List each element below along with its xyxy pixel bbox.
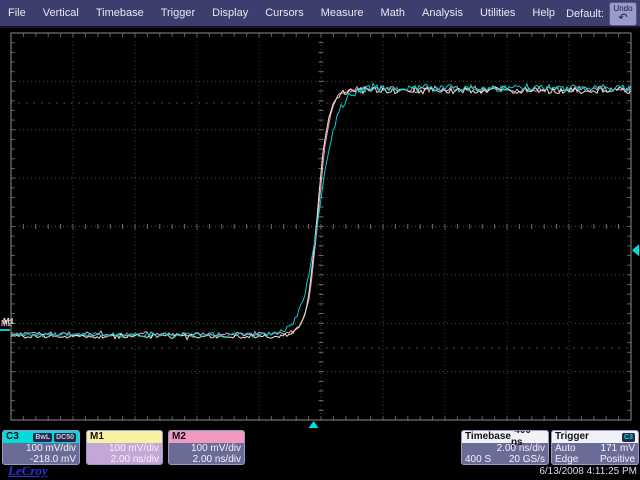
timebase-label: Timebase bbox=[465, 431, 511, 443]
timebase-descriptor[interactable]: Timebase -400 ps 2.00 ns/div 400 S 20 GS… bbox=[461, 430, 549, 465]
m2-label: M2 bbox=[172, 431, 186, 443]
menu-item-analysis[interactable]: Analysis bbox=[422, 7, 463, 19]
m2-time-per-div: 2.00 ns/div bbox=[172, 454, 241, 465]
trigger-mode: Auto bbox=[555, 443, 576, 454]
c3-badges: BwL DC50 bbox=[33, 433, 76, 442]
trigger-level-marker[interactable] bbox=[632, 244, 639, 256]
timebase-per-div: 2.00 ns/div bbox=[465, 443, 545, 454]
waveform-plot: M2M1 bbox=[0, 28, 640, 430]
m1-volts-per-div: 100 mV/div bbox=[90, 443, 159, 454]
bandwidth-limit-badge: BwL bbox=[33, 433, 52, 442]
menu-bar: File Vertical Timebase Trigger Display Cursor… bbox=[0, 0, 640, 28]
datetime-display: 6/13/2008 4:11:25 PM bbox=[539, 466, 637, 477]
m1-time-per-div: 2.00 ns/div bbox=[90, 454, 159, 465]
undo-icon: ↶ bbox=[618, 13, 627, 23]
undo-button[interactable]: Undo ↶ bbox=[609, 2, 637, 26]
m2-header: M2 bbox=[169, 431, 244, 443]
default-label: Default: bbox=[566, 8, 604, 20]
menu-item-file[interactable]: File bbox=[8, 7, 26, 19]
menu-item-timebase[interactable]: Timebase bbox=[96, 7, 144, 19]
timebase-rate: 20 GS/s bbox=[509, 454, 545, 465]
menu-items: File Vertical Timebase Trigger Display Cursor… bbox=[8, 0, 555, 26]
c3-header: C3 BwL DC50 bbox=[3, 431, 79, 443]
menu-item-vertical[interactable]: Vertical bbox=[43, 7, 79, 19]
menu-item-display[interactable]: Display bbox=[212, 7, 248, 19]
memory-descriptor-m2[interactable]: M2 100 mV/div 2.00 ns/div bbox=[168, 430, 245, 465]
menu-item-trigger[interactable]: Trigger bbox=[161, 7, 195, 19]
oscilloscope-window: File Vertical Timebase Trigger Display Cursor… bbox=[0, 0, 640, 480]
menu-item-utilities[interactable]: Utilities bbox=[480, 7, 515, 19]
c3-label: C3 bbox=[6, 431, 19, 443]
trigger-position-marker[interactable] bbox=[309, 421, 319, 428]
m2-body: 100 mV/div 2.00 ns/div bbox=[169, 443, 244, 464]
trigger-body: Auto 171 mV Edge Positive bbox=[552, 443, 638, 464]
m1-body: 100 mV/div 2.00 ns/div bbox=[87, 443, 162, 464]
m2-volts-per-div: 100 mV/div bbox=[172, 443, 241, 454]
menu-item-math[interactable]: Math bbox=[381, 7, 405, 19]
trace-label-m1: M1 bbox=[3, 317, 15, 326]
menu-item-measure[interactable]: Measure bbox=[321, 7, 364, 19]
memory-descriptor-m1[interactable]: M1 100 mV/div 2.00 ns/div bbox=[86, 430, 163, 465]
timebase-body: 2.00 ns/div 400 S 20 GS/s bbox=[462, 443, 548, 464]
descriptor-row: C3 BwL DC50 100 mV/div -218.0 mV M1 100 … bbox=[0, 430, 640, 466]
timebase-samples: 400 S bbox=[465, 454, 491, 465]
trigger-descriptor[interactable]: Trigger C3 Auto 171 mV Edge Positive bbox=[551, 430, 639, 465]
lecroy-logo: LeCroy bbox=[8, 463, 48, 479]
trigger-source-badge: C3 bbox=[622, 433, 635, 442]
trigger-slope: Positive bbox=[600, 454, 635, 465]
trigger-level: 171 mV bbox=[601, 443, 635, 454]
timebase-header: Timebase -400 ps bbox=[462, 431, 548, 443]
coupling-badge: DC50 bbox=[54, 433, 76, 442]
channel-descriptor-c3[interactable]: C3 BwL DC50 100 mV/div -218.0 mV bbox=[2, 430, 80, 465]
menu-right-group: Default: Undo ↶ bbox=[566, 1, 637, 27]
trigger-type: Edge bbox=[555, 454, 578, 465]
menu-item-help[interactable]: Help bbox=[532, 7, 555, 19]
c3-volts-per-div: 100 mV/div bbox=[6, 443, 76, 454]
m1-label: M1 bbox=[90, 431, 104, 443]
trigger-header: Trigger C3 bbox=[552, 431, 638, 443]
waveform-screen: M2M1 bbox=[0, 28, 640, 430]
c3-body: 100 mV/div -218.0 mV bbox=[3, 443, 79, 464]
trace-m2 bbox=[11, 86, 631, 336]
trigger-label: Trigger bbox=[555, 431, 589, 443]
m1-header: M1 bbox=[87, 431, 162, 443]
menu-item-cursors[interactable]: Cursors bbox=[265, 7, 304, 19]
